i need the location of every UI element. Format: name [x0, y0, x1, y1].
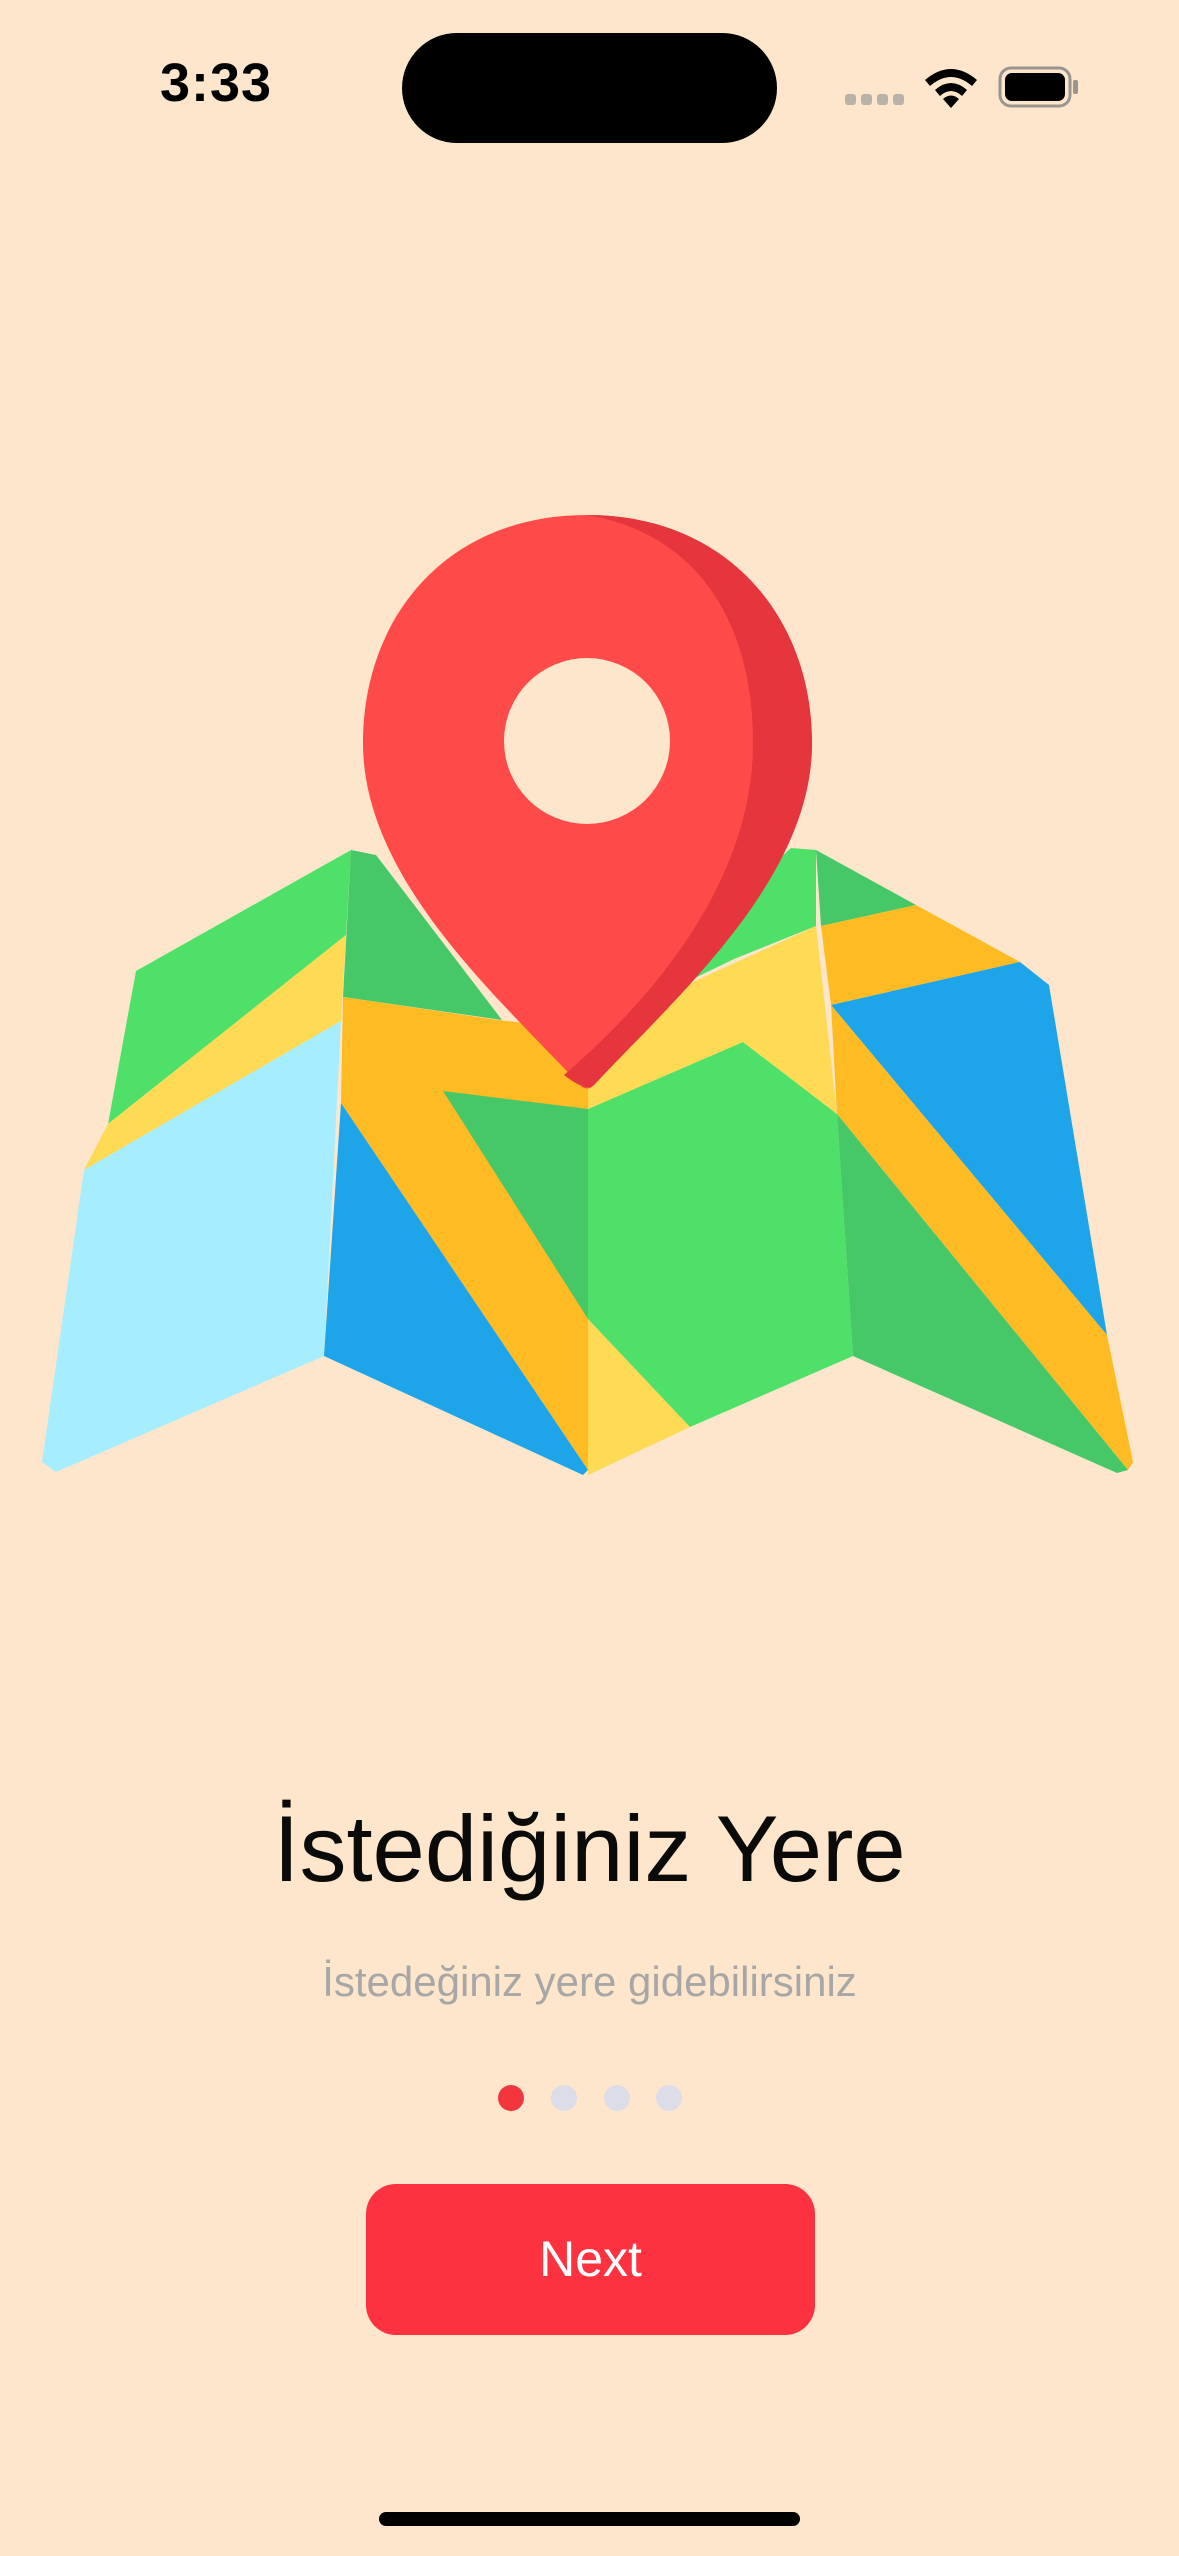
home-indicator[interactable]: [379, 2512, 800, 2526]
next-button[interactable]: Next: [366, 2184, 815, 2335]
onboarding-title: İstediğiniz Yere: [273, 1796, 906, 1901]
signal-icon: [845, 94, 905, 108]
location-pin-hole: [504, 658, 670, 824]
status-time: 3:33: [160, 53, 273, 113]
page-indicator[interactable]: [498, 2085, 688, 2113]
wifi-icon: [925, 69, 977, 108]
page-dot-4[interactable]: [656, 2085, 682, 2111]
onboarding-subtitle: İstedeğiniz yere gidebilirsiniz: [322, 1958, 857, 2005]
page-dot-1[interactable]: [498, 2085, 524, 2111]
battery-icon: [998, 66, 1078, 108]
page-dot-2[interactable]: [551, 2085, 577, 2111]
dynamic-island: [402, 33, 777, 143]
map-location-pin-icon: [42, 515, 1133, 1475]
status-bar: 3:33: [0, 0, 1179, 150]
page-dot-3[interactable]: [604, 2085, 630, 2111]
